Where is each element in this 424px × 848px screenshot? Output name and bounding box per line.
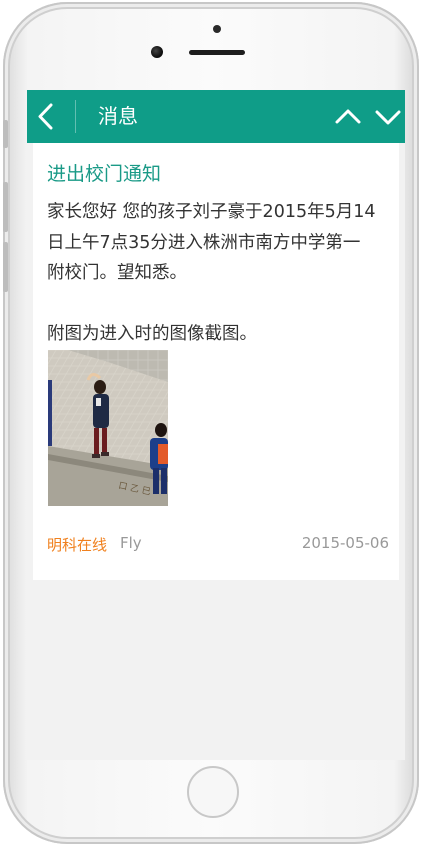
chevron-up-icon xyxy=(335,109,361,124)
message-body-line: 家长您好 您的孩子刘子豪于2015年5月14 xyxy=(47,202,376,222)
message-meta: 明科在线 Fly 2015-05-06 xyxy=(47,534,389,556)
previous-message-button[interactable] xyxy=(331,100,365,134)
front-camera xyxy=(151,46,163,58)
mute-switch xyxy=(3,120,8,148)
volume-up-button xyxy=(3,182,8,232)
earpiece-speaker xyxy=(189,50,245,55)
header-divider xyxy=(75,100,76,133)
top-bar: 消息 xyxy=(27,90,405,143)
back-button[interactable] xyxy=(27,90,75,143)
message-date: 2015-05-06 xyxy=(301,534,389,552)
phone-frame: 消息 进出校门通知 家长您好 您的孩子刘子豪于2015年5月14 日上午7点35… xyxy=(3,2,419,844)
attachment-note: 附图为进入时的图像截图。 xyxy=(47,323,257,344)
next-message-button[interactable] xyxy=(371,100,405,134)
message-author: Fly xyxy=(120,534,142,552)
screen: 消息 进出校门通知 家长您好 您的孩子刘子豪于2015年5月14 日上午7点35… xyxy=(27,90,405,760)
volume-down-button xyxy=(3,242,8,292)
message-source: 明科在线 xyxy=(47,536,108,554)
home-button[interactable] xyxy=(187,766,239,818)
proximity-sensor xyxy=(213,25,221,33)
message-body-line: 附校门。望知悉。 xyxy=(47,263,187,283)
chevron-left-icon xyxy=(38,103,53,130)
attachment-image: 口 乙 巳 xyxy=(48,350,168,506)
message-body: 家长您好 您的孩子刘子豪于2015年5月14 日上午7点35分进入株洲市南方中学… xyxy=(47,197,393,349)
chevron-down-icon xyxy=(375,110,401,125)
message-card: 进出校门通知 家长您好 您的孩子刘子豪于2015年5月14 日上午7点35分进入… xyxy=(33,143,399,580)
message-body-line: 日上午7点35分进入株洲市南方中学第一 xyxy=(47,232,361,253)
attachment-photo[interactable]: 口 乙 巳 xyxy=(48,350,168,506)
message-title: 进出校门通知 xyxy=(47,163,162,185)
page-title: 消息 xyxy=(98,104,138,128)
